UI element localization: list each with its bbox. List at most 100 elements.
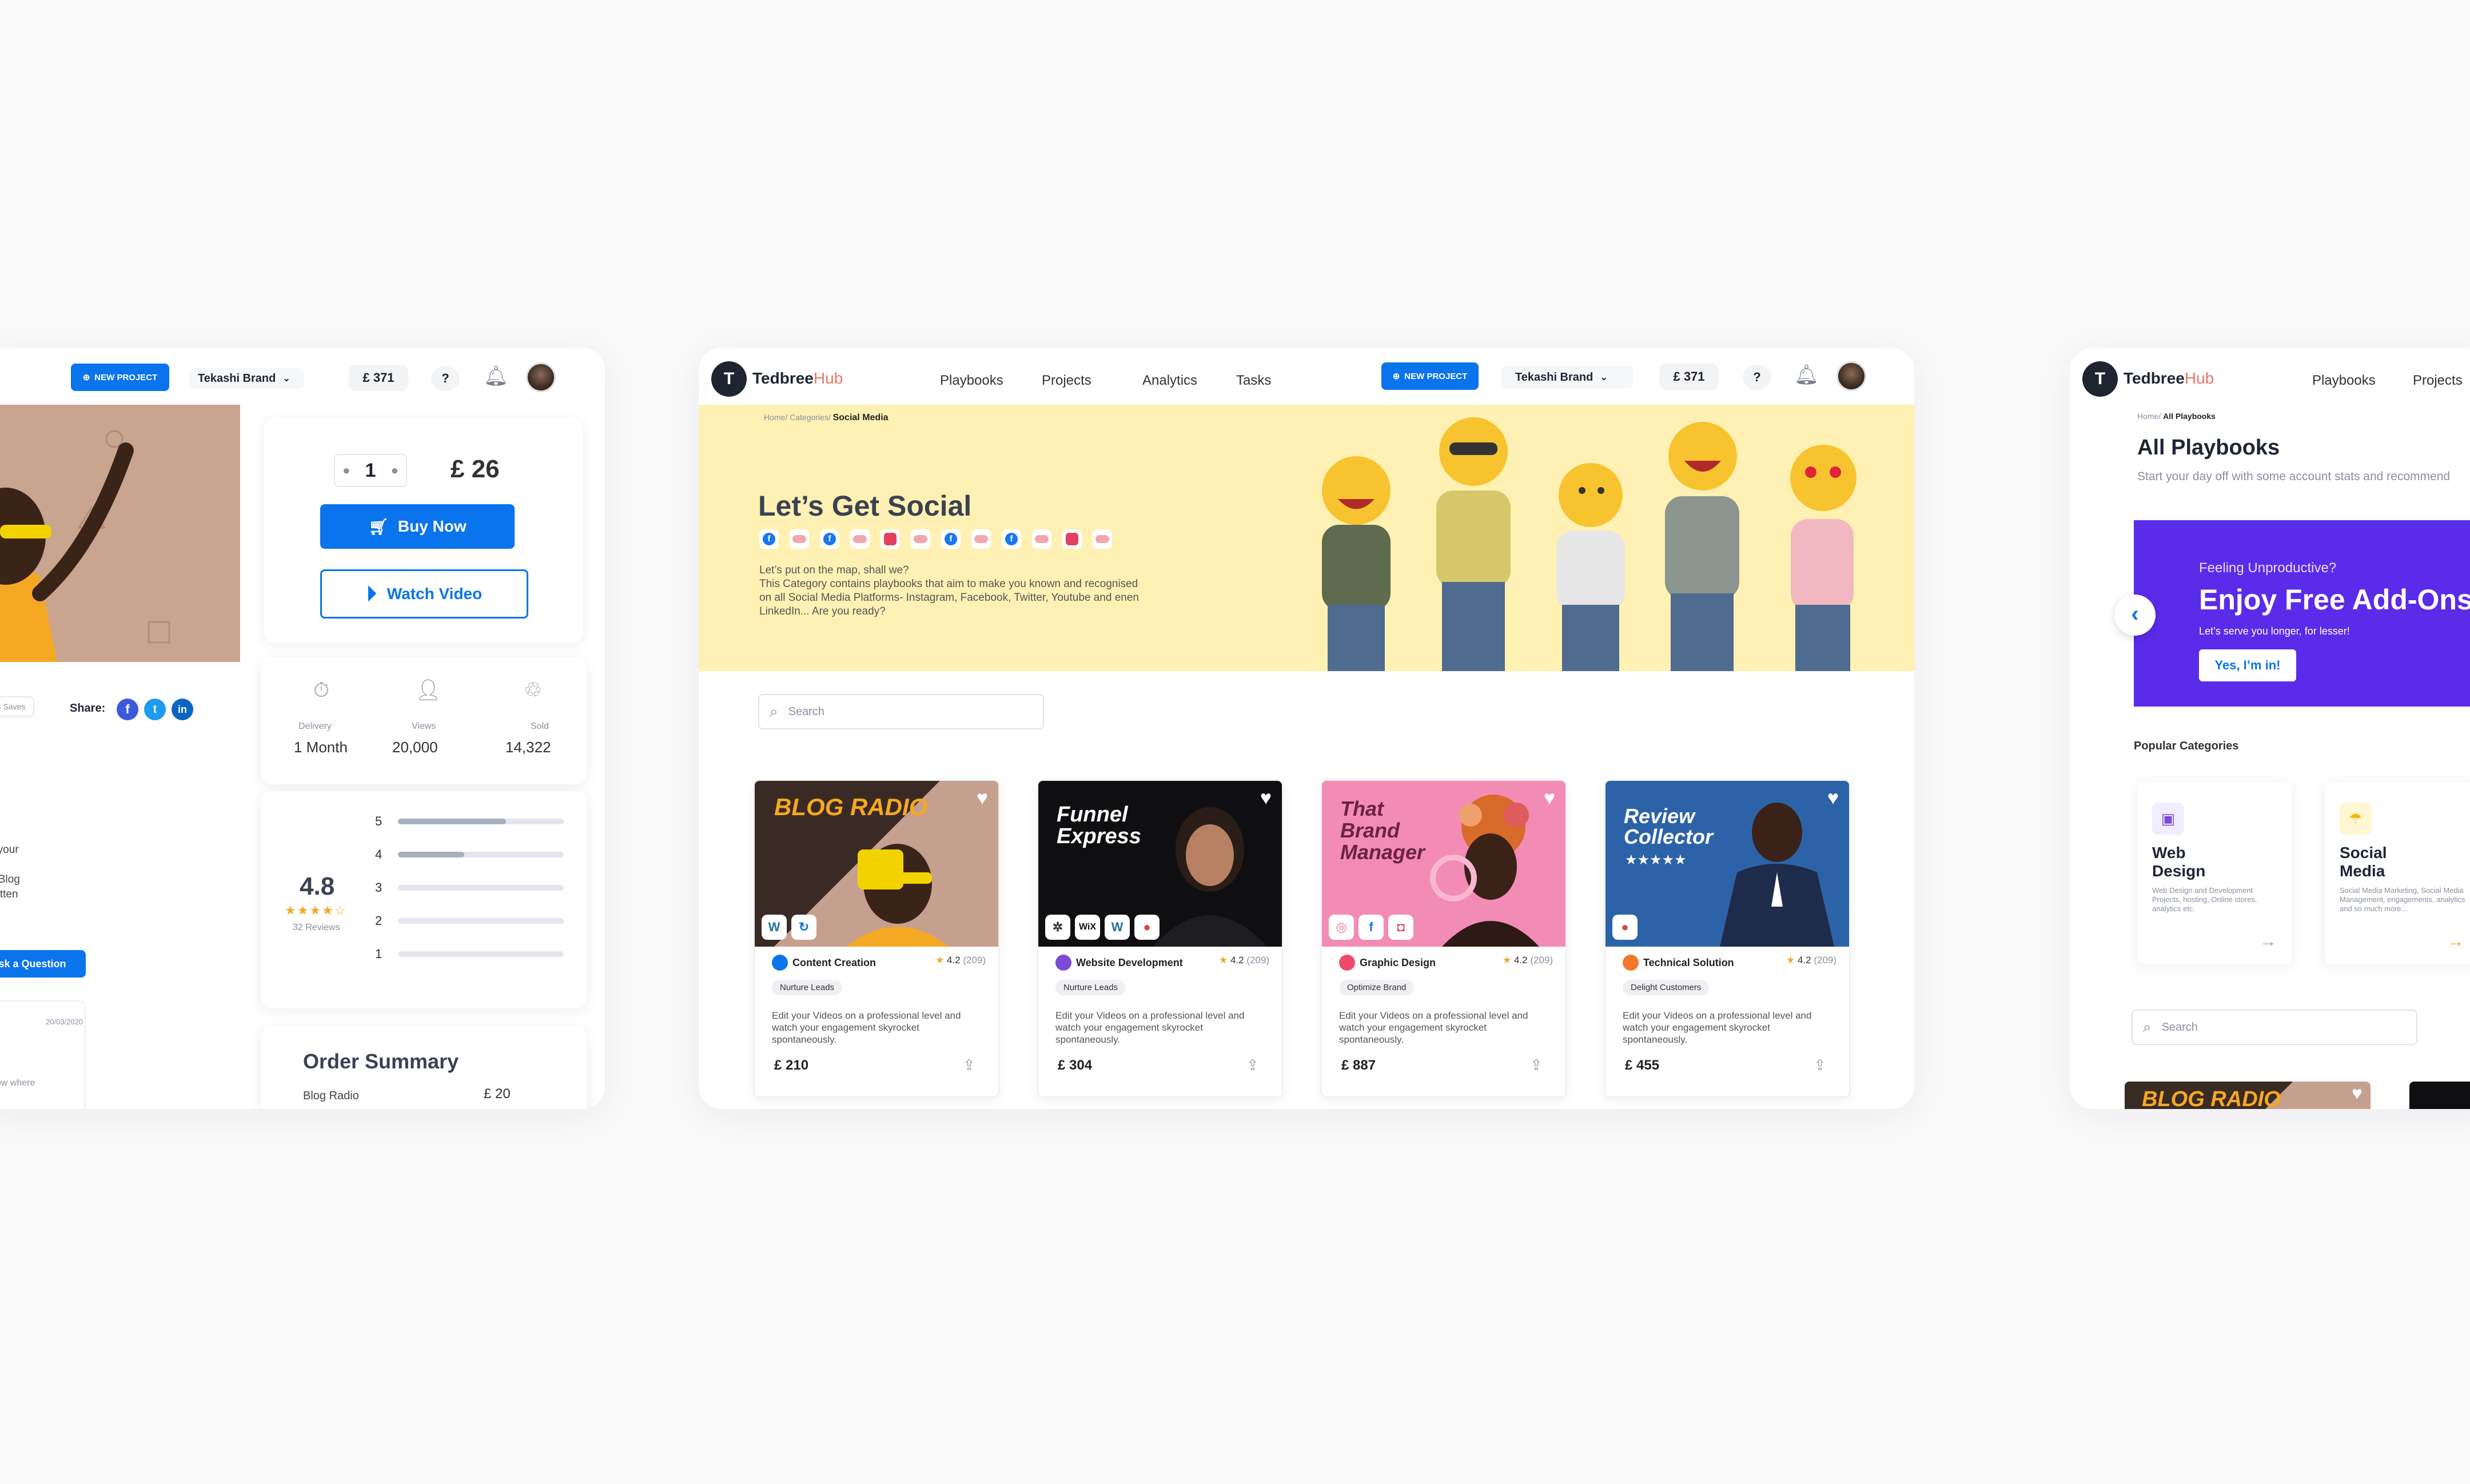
watch-video-button[interactable]: ⏵ Watch Video	[320, 569, 528, 619]
product-card[interactable]: Review Collector ★★★★★ ♥ ● Technical Sol…	[1604, 780, 1850, 1098]
nav-tasks[interactable]: Tasks	[1236, 373, 1271, 389]
breadcrumb-home[interactable]: Home/	[764, 413, 787, 422]
rating-bar-label: 5	[375, 814, 383, 828]
nav-projects[interactable]: Projects	[1042, 373, 1091, 389]
facebook-icon: f	[820, 529, 839, 549]
linkedin-icon[interactable]: in	[172, 699, 193, 720]
product-description: Edit your Videos on a professional level…	[1055, 1010, 1245, 1045]
order-summary-title: Order Summary	[303, 1050, 459, 1073]
share-icon[interactable]: ⇪	[963, 1056, 981, 1075]
rating-bar-label: 2	[375, 913, 383, 928]
order-item-name: Blog Radio	[303, 1090, 359, 1102]
clubhouse-icon	[1093, 529, 1112, 549]
stat-label: Views	[412, 721, 436, 731]
clubhouse-icon	[790, 529, 809, 549]
heart-icon[interactable]: ♥	[1537, 785, 1562, 811]
credits-badge[interactable]: £ 371	[349, 365, 408, 391]
arrow-right-icon[interactable]: →	[2260, 932, 2277, 951]
product-card[interactable]: Funnel Express ♥ ✲ WiX W ● Website Devel…	[1037, 780, 1283, 1098]
chevron-left-icon: ‹	[2131, 601, 2139, 627]
logo-text[interactable]: TedbreeHub	[752, 369, 843, 388]
product-category: Content Creation	[772, 955, 876, 971]
product-card-preview[interactable]: BLOG RADIO ♥	[2125, 1082, 2371, 1109]
avatar[interactable]	[1836, 361, 1866, 391]
buy-now-button[interactable]: 🛒︎ Buy Now	[320, 504, 515, 549]
instagram-icon	[1062, 529, 1082, 549]
new-project-button[interactable]: ⊕ NEW PROJECT	[1381, 362, 1479, 390]
breadcrumb-home[interactable]: Home/	[2137, 412, 2161, 421]
product-price: £ 210	[774, 1058, 809, 1073]
product-card-preview[interactable]	[2409, 1082, 2470, 1109]
twitter-icon[interactable]: t	[144, 699, 166, 720]
heart-icon[interactable]: ♥	[1820, 785, 1846, 811]
product-image: Review Collector ★★★★★ ♥ ●	[1606, 781, 1849, 947]
star-icon: ★	[1502, 955, 1512, 966]
share-icon[interactable]: ⇪	[1246, 1056, 1265, 1075]
plus-circle-icon: ⊕	[82, 373, 90, 382]
increment-icon[interactable]: ●	[391, 463, 399, 478]
product-price: £ 887	[1341, 1058, 1376, 1073]
brand-selector[interactable]: Tekashi Brand ⌄	[1501, 366, 1633, 389]
rating-bar-label: 1	[375, 947, 383, 961]
tedbree-logo-icon[interactable]: T	[711, 361, 747, 397]
apple-icon: ●	[1612, 915, 1638, 940]
rating-bar-fill	[398, 852, 464, 857]
rating-bar-track	[398, 951, 564, 957]
stat-value: 14,322	[505, 739, 551, 756]
share-icon[interactable]: ⇪	[1814, 1056, 1832, 1075]
bell-icon[interactable]: 🔔︎	[484, 365, 508, 388]
avatar[interactable]	[526, 362, 556, 392]
nav-projects[interactable]: Projects	[2413, 373, 2463, 389]
rating-stars: ★★★★☆	[285, 903, 347, 917]
facebook-icon[interactable]: f	[117, 699, 138, 720]
product-card[interactable]: BLOG RADIO ♥ W ↻ Content Creation ★ 4.2 …	[754, 780, 999, 1098]
nav-playbooks[interactable]: Playbooks	[2312, 373, 2376, 389]
instagram-icon	[881, 529, 900, 549]
stat-label: Delivery	[298, 721, 332, 731]
heart-icon[interactable]: ♥	[2352, 1083, 2363, 1104]
category-card[interactable]: ☂ Social Media Social Media Marketing, S…	[2325, 782, 2470, 964]
facebook-icon: f	[759, 529, 779, 549]
logo-text[interactable]: TedbreeHub	[2124, 369, 2214, 388]
new-project-button[interactable]: ⊕ NEW PROJECT	[71, 364, 169, 391]
share-label: Share:	[70, 702, 106, 715]
breadcrumb-categories[interactable]: Categories/	[790, 413, 831, 422]
help-button[interactable]: ?	[431, 366, 460, 391]
credits-badge[interactable]: £ 371	[1659, 364, 1719, 390]
search-input[interactable]: ⌕ Search	[758, 694, 1044, 729]
tedbree-logo-icon[interactable]: T	[2082, 361, 2118, 397]
share-icon[interactable]: ⇪	[1530, 1056, 1548, 1075]
heart-icon[interactable]: ♥	[970, 785, 995, 811]
description-fragment: r written	[0, 888, 18, 900]
order-summary-card: Order Summary Blog Radio £ 20	[261, 1027, 587, 1109]
chevron-down-icon: ⌄	[282, 374, 290, 384]
carousel-prev-button[interactable]: ‹	[2114, 595, 2156, 636]
promo-cta-button[interactable]: Yes, I’m in!	[2199, 649, 2296, 681]
arrow-right-icon[interactable]: →	[2447, 932, 2464, 951]
wordpress-icon: W	[762, 915, 787, 940]
nav-analytics[interactable]: Analytics	[1142, 373, 1197, 389]
search-input[interactable]: ⌕ Search	[2132, 1010, 2417, 1045]
category-icon	[772, 955, 788, 971]
product-card[interactable]: That Brand Manager ♥ ◎ f ◘ Graphic Desig…	[1321, 780, 1567, 1098]
category-card[interactable]: ▣ Web Design Web Design and Development …	[2137, 782, 2292, 964]
decrement-icon[interactable]: ●	[342, 463, 350, 478]
heart-icon[interactable]: ♥	[1253, 785, 1278, 811]
brand-selector[interactable]: Tekashi Brand ⌄	[190, 368, 304, 389]
category-icon	[1055, 955, 1071, 971]
platform-badges: ●	[1612, 915, 1638, 940]
product-image-title: Funnel Express	[1057, 803, 1141, 848]
help-button[interactable]: ?	[1743, 365, 1771, 390]
facebook-icon: f	[1358, 915, 1384, 940]
views-icon: 👤︎	[415, 678, 441, 701]
nav-playbooks[interactable]: Playbooks	[940, 373, 1003, 389]
rating-bar-row: 1	[375, 947, 564, 962]
person-3	[1556, 463, 1625, 671]
clubhouse-icon	[1032, 529, 1051, 549]
bell-icon[interactable]: 🔔︎	[1794, 364, 1819, 386]
rating-bar-label: 3	[375, 880, 383, 895]
ask-question-button[interactable]: Ask a Question	[0, 950, 86, 978]
order-item-price: £ 20	[484, 1086, 511, 1102]
product-rating: ★ 4.2 (209)	[1502, 955, 1553, 966]
quantity-stepper[interactable]: ● 1 ●	[334, 454, 407, 487]
